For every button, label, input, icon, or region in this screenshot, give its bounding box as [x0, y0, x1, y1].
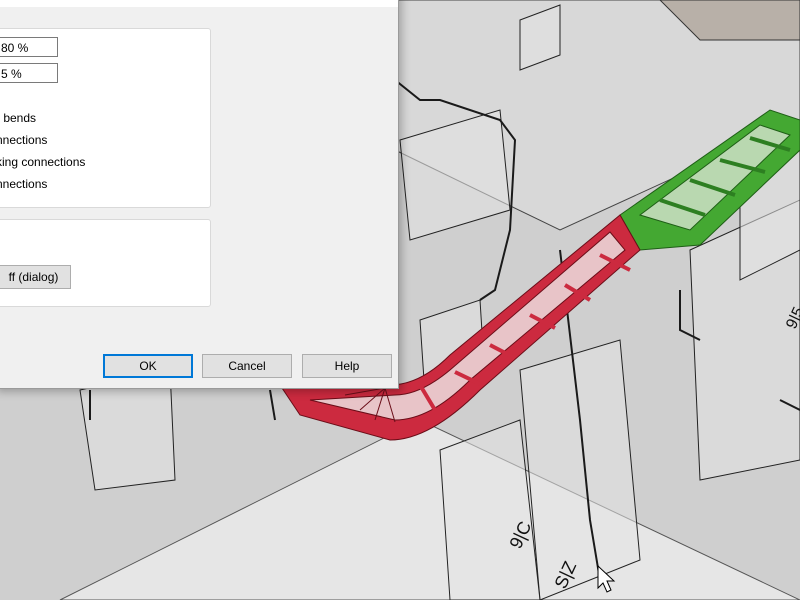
option-working-connections[interactable]: king connections	[0, 155, 85, 169]
cancel-button[interactable]: Cancel	[202, 354, 292, 378]
option-bends[interactable]: r bends	[0, 111, 36, 125]
percent-field-2[interactable]: 5 %	[0, 63, 58, 83]
percent-field-1[interactable]: 80 %	[0, 37, 58, 57]
ok-button[interactable]: OK	[103, 354, 193, 378]
dialog-title	[0, 0, 398, 7]
percent-settings-group: 80 % 5 % r bends nnections king connecti…	[0, 28, 211, 208]
open-dialog-button[interactable]: ff (dialog)	[0, 265, 71, 289]
settings-dialog: 80 % 5 % r bends nnections king connecti…	[0, 0, 399, 389]
option-connections-2[interactable]: nnections	[0, 177, 47, 191]
option-connections[interactable]: nnections	[0, 133, 47, 147]
dialog-options-group: ff (dialog)	[0, 219, 211, 307]
help-button[interactable]: Help	[302, 354, 392, 378]
